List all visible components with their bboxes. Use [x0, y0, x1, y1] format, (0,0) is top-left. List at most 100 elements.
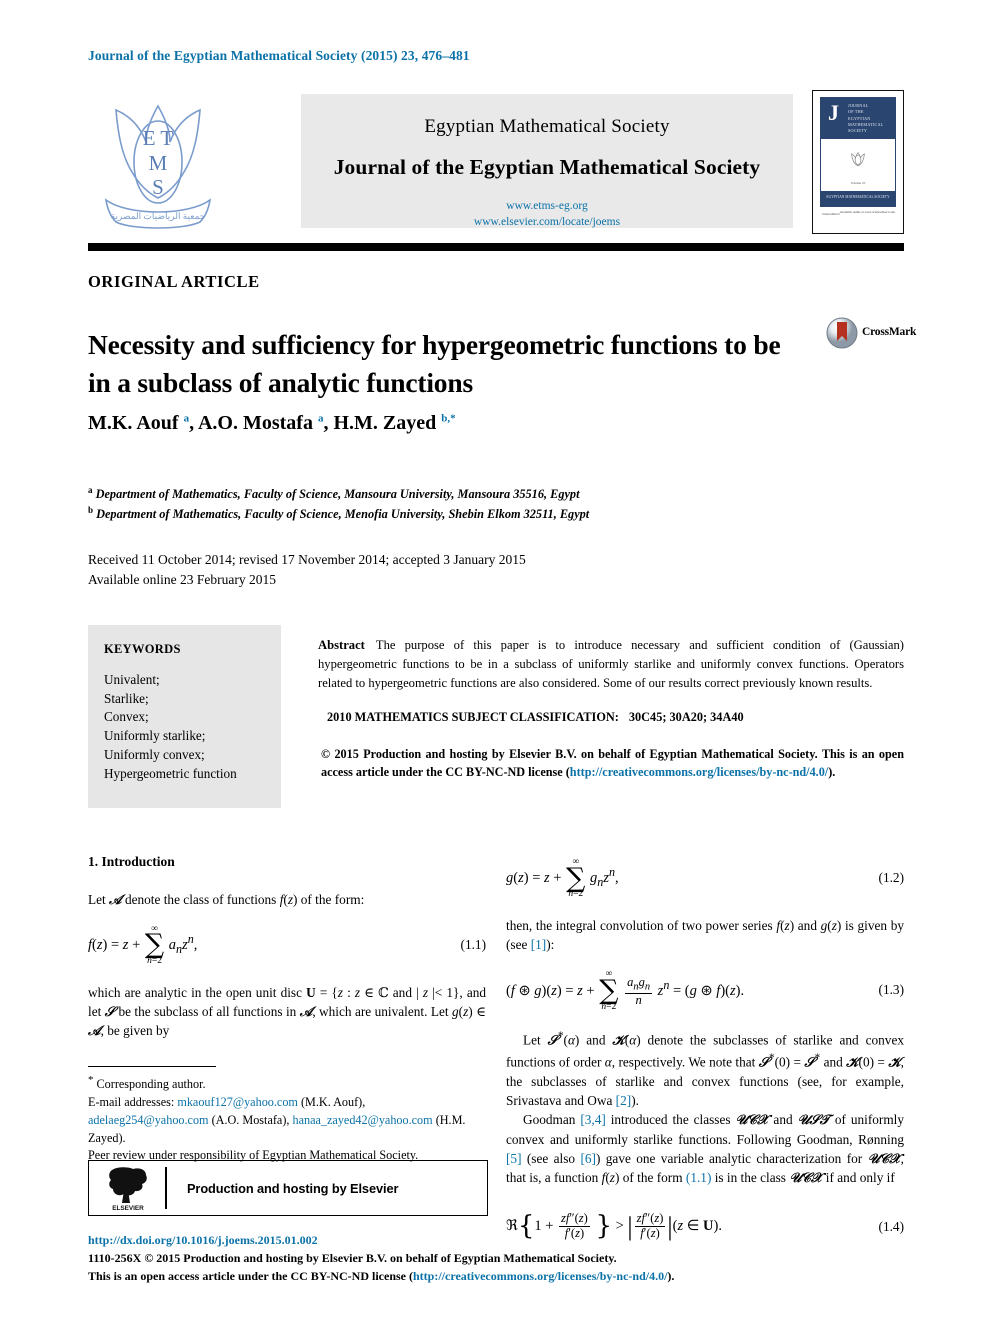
doi-link[interactable]: http://dx.doi.org/10.1016/j.joems.2015.0… [88, 1231, 918, 1249]
journal-urls: www.etms-eg.org www.elsevier.com/locate/… [301, 199, 793, 230]
page-footer: http://dx.doi.org/10.1016/j.joems.2015.0… [88, 1231, 918, 1285]
section-heading-introduction: 1. Introduction [88, 854, 175, 869]
affiliation-a: a Department of Mathematics, Faculty of … [88, 484, 589, 504]
svg-text:جمعية الرياضيات المصرية: جمعية الرياضيات المصرية [111, 211, 206, 222]
email-link-3[interactable]: hanaa_zayed42@yahoo.com [292, 1113, 432, 1127]
society-name: Egyptian Mathematical Society [424, 116, 670, 137]
msc-line: 2010 MATHEMATICS SUBJECT CLASSIFICATION:… [318, 710, 904, 725]
equation-number: (1.2) [878, 870, 904, 885]
corresponding-author-marker: * [450, 412, 456, 425]
journal-banner: Egyptian Mathematical Society Journal of… [301, 94, 793, 228]
corresponding-author-note: * Corresponding author. [88, 1072, 488, 1094]
crossmark-badge[interactable]: CrossMark [826, 317, 924, 351]
summation-symbol: ∞ ∑ n=2 [566, 857, 586, 900]
abstract-block: Abstract The purpose of this paper is to … [318, 636, 904, 781]
author-list: M.K. Aouf a, A.O. Mostafa a, H.M. Zayed … [88, 412, 456, 434]
citation-ref-6[interactable]: [6] [580, 1151, 596, 1166]
cover-bottom-right: Available online at www.sciencedirect.co… [839, 210, 895, 214]
page-title: Necessity and sufficiency for hypergeome… [88, 329, 781, 398]
footnote-block: * Corresponding author. E-mail addresses… [88, 1072, 488, 1165]
list-item: Univalent; [104, 672, 160, 687]
cc-license-link[interactable]: http://creativecommons.org/licenses/by-n… [570, 765, 828, 779]
equation-1-3-body: (f ⊛ g)(z) = z + ∞ ∑ n=2 angn n zn = (g ⊛ f… [506, 969, 745, 1012]
equation-1-1: f(z) = z + ∞ ∑ n=2 anzn, (1.1) [88, 923, 486, 967]
cover-letter-j: J [828, 100, 839, 125]
summation-symbol: ∞ ∑ n=2 [144, 923, 165, 967]
journal-url-elsevier[interactable]: www.elsevier.com/locate/joems [301, 215, 793, 231]
email-link-2[interactable]: adelaeg254@yahoo.com [88, 1113, 209, 1127]
footer-license-line: This is an open access article under the… [88, 1267, 918, 1285]
msc-label: 2010 MATHEMATICS SUBJECT CLASSIFICATION: [327, 709, 619, 724]
elsevier-production-box: ELSEVIER Production and hosting by Elsev… [88, 1160, 488, 1216]
equation-1-1-body: f(z) = z + ∞ ∑ n=2 anzn, [88, 923, 198, 967]
right-paragraph-1: then, the integral convolution of two po… [506, 917, 905, 953]
right-column: g(z) = z + ∞ ∑ n=2 gnzn, (1.2) then, the i… [506, 852, 904, 1261]
summation-symbol: ∞ ∑ n=2 [599, 969, 619, 1012]
abstract-label: Abstract [318, 638, 365, 652]
cover-etms-mark [851, 151, 865, 167]
email-label: E-mail addresses: [88, 1094, 175, 1109]
intro-paragraph-1: Let 𝒜 denote the class of functions f(z)… [88, 891, 365, 907]
article-type-label: ORIGINAL ARTICLE [88, 272, 260, 291]
list-item: Hypergeometric function [104, 765, 237, 781]
msc-codes: 30C45; 30A20; 34A40 [628, 709, 744, 724]
crossmark-label: CrossMark [862, 326, 917, 338]
list-item: Starlike; [104, 690, 149, 706]
received-dates: Received 11 October 2014; revised 17 Nov… [88, 552, 526, 567]
affiliation-marker-a: a [88, 485, 93, 495]
keywords-heading: KEYWORDS [104, 642, 181, 656]
right-paragraph-3: Goodman [3,4] introduced the classes 𝒰𝒞𝒳… [506, 1112, 905, 1186]
abstract-text: The purpose of this paper is to introduc… [318, 638, 904, 690]
citation-ref-1[interactable]: [1] [531, 937, 547, 952]
affiliation-b: b Department of Mathematics, Faculty of … [88, 504, 589, 524]
svg-text:M: M [149, 151, 168, 175]
journal-cover-thumbnail: J JOURNAL OF THE EGYPTIAN MATHEMATICAL SOCIE… [812, 90, 904, 234]
cover-white-panel: Volume 23 [820, 139, 896, 191]
svg-text:E T: E T [143, 126, 174, 150]
footer-issn-line: 1110-256X © 2015 Production and hosting … [88, 1251, 617, 1265]
journal-title: Journal of the Egyptian Mathematical Soc… [333, 155, 761, 179]
keywords-box: KEYWORDS Univalent; Starlike; Convex; Un… [88, 625, 281, 808]
equation-1-2-body: g(z) = z + ∞ ∑ n=2 gnzn, [506, 857, 619, 900]
cover-bottom-left: ScienceDirect [822, 212, 840, 216]
abstract-paragraph: Abstract The purpose of this paper is to … [318, 636, 904, 693]
equation-number: (1.1) [460, 936, 486, 952]
cover-caption: Volume 23 [850, 181, 866, 185]
email-link-1[interactable]: mkaouf127@yahoo.com [177, 1095, 298, 1109]
list-item: Uniformly starlike; [104, 728, 206, 744]
available-online-date: Available online 23 February 2015 [88, 572, 276, 588]
citation-ref-5[interactable]: [5] [506, 1151, 522, 1166]
intro-paragraph-2: which are analytic in the open unit disc… [88, 984, 487, 1039]
right-paragraph-2: Let 𝒮*(α) and 𝒦(α) denote the subclasses… [506, 1030, 904, 1109]
svg-text:ELSEVIER: ELSEVIER [112, 1205, 144, 1211]
article-dates: Received 11 October 2014; revised 17 Nov… [88, 550, 526, 591]
corresponding-author-text: Corresponding author. [96, 1077, 206, 1092]
author-affil-marker-b: b, [441, 412, 451, 425]
email-addresses: E-mail addresses: mkaouf127@yahoo.com (M… [88, 1094, 466, 1145]
footer-license-pre: This is an open access article under the… [88, 1269, 413, 1283]
left-column: 1. Introduction Let 𝒜 denote the class o… [88, 852, 486, 1041]
etms-logo: E T M S جمعية الرياضيات المصرية [88, 90, 228, 238]
asterisk-marker: * [88, 1074, 94, 1086]
cover-footer-band: EGYPTIAN MATHEMATICAL SOCIETY [820, 191, 896, 207]
running-head: Journal of the Egyptian Mathematical Soc… [88, 48, 470, 63]
affiliation-a-text: Department of Mathematics, Faculty of Sc… [95, 487, 580, 502]
elsevier-tree-logo: ELSEVIER [109, 1167, 147, 1211]
affiliation-b-text: Department of Mathematics, Faculty of Sc… [96, 507, 590, 522]
abstract-copyright: © 2015 Production and hosting by Elsevie… [318, 745, 904, 782]
paper-page: Journal of the Egyptian Mathematical Soc… [0, 0, 992, 1323]
svg-text:S: S [152, 175, 164, 199]
cover-title-lines: JOURNAL OF THE EGYPTIAN MATHEMATICAL SOCIETY [848, 103, 884, 134]
equation-ref-1-1[interactable]: (1.1) [686, 1170, 711, 1185]
citation-ref-2[interactable]: [2] [616, 1093, 632, 1108]
author-affil-marker-a2: a [317, 412, 324, 425]
cover-bottom-strip: ScienceDirect Available online at www.sc… [820, 207, 896, 223]
keywords-list: Univalent; Starlike; Convex; Uniformly s… [104, 671, 265, 783]
cover-band: J JOURNAL OF THE EGYPTIAN MATHEMATICAL SOCIE… [820, 97, 896, 139]
journal-url-society[interactable]: www.etms-eg.org [301, 199, 793, 215]
crossmark-icon [826, 317, 858, 349]
list-item: Uniformly convex; [104, 746, 205, 762]
footer-cc-link[interactable]: http://creativecommons.org/licenses/by-n… [413, 1269, 667, 1283]
footer-license-post: ). [667, 1269, 675, 1283]
citation-ref-3-4[interactable]: [3,4] [580, 1112, 605, 1127]
